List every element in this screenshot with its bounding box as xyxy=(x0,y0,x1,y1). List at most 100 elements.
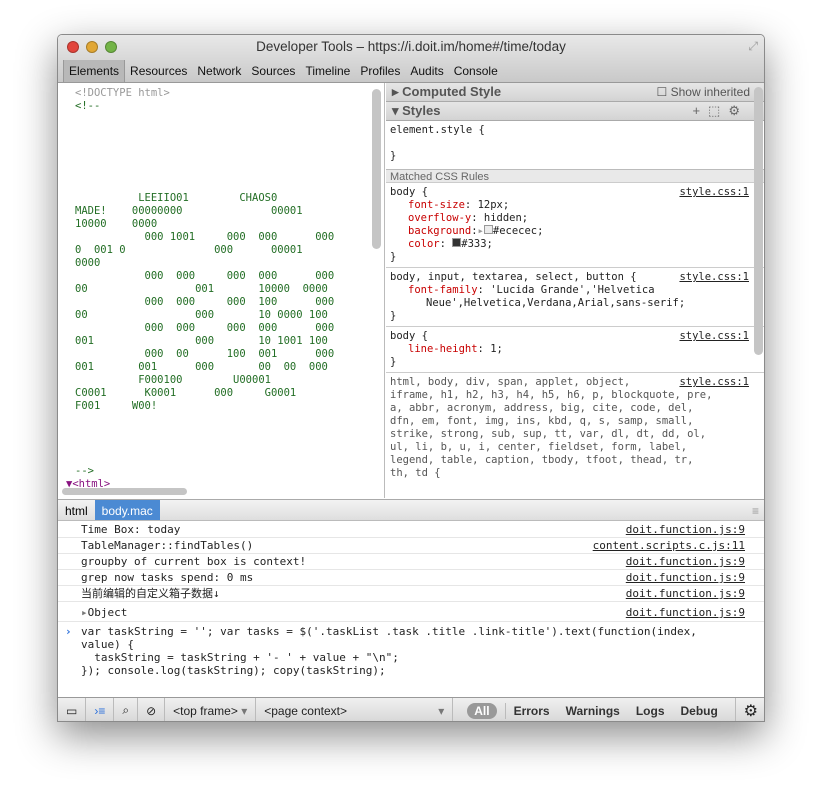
filter-debug[interactable]: Debug xyxy=(673,704,726,718)
message-source-link[interactable]: content.scripts.c.js:11 xyxy=(593,539,745,553)
message-text: Object xyxy=(87,606,128,619)
color-swatch[interactable] xyxy=(483,225,493,234)
show-inherited-checkbox[interactable]: ☐ Show inherited xyxy=(657,85,750,99)
message-source-link[interactable]: doit.function.js:9 xyxy=(626,555,745,569)
filter-errors[interactable]: Errors xyxy=(506,704,558,718)
search-icon[interactable]: ⌕ xyxy=(114,697,139,721)
prop-value[interactable]: #ececec; xyxy=(493,225,544,237)
dock-toggle-icon[interactable]: ▭ xyxy=(58,697,87,721)
console-message: TableManager::findTables() content.script… xyxy=(58,538,764,554)
prop-value[interactable]: #333; xyxy=(461,238,493,250)
tab-sources[interactable]: Sources xyxy=(246,60,300,82)
frame-select[interactable]: <top frame> ▾ xyxy=(165,697,257,721)
frame-select-value: <top frame> xyxy=(173,703,238,718)
prop-value[interactable]: 12px; xyxy=(478,199,510,211)
color-swatch[interactable] xyxy=(452,238,462,247)
chevron-down-icon: ▾ xyxy=(438,703,445,718)
show-console-icon[interactable]: ›≡ xyxy=(86,697,115,721)
doctype-node[interactable]: <!DOCTYPE html> xyxy=(75,87,170,99)
css-rule[interactable]: body, input, textarea, select, button { … xyxy=(386,268,764,327)
clear-console-icon[interactable]: ⊘ xyxy=(138,697,166,721)
console-message: Time Box: today doit.function.js:9 xyxy=(58,522,764,538)
context-select-value: <page context> xyxy=(264,703,347,718)
console-drawer: Time Box: today doit.function.js:9 TableM… xyxy=(58,522,764,697)
gear-icon[interactable]: ⚙ xyxy=(728,103,748,118)
tab-console[interactable]: Console xyxy=(449,60,503,82)
prop-value[interactable]: 1; xyxy=(490,343,503,355)
breadcrumb: html body.mac ≡ xyxy=(58,499,764,521)
styles-vertical-scrollbar[interactable] xyxy=(754,87,763,355)
message-source-link[interactable]: doit.function.js:9 xyxy=(626,571,745,585)
rule-source-link[interactable]: style.css:1 xyxy=(679,186,749,199)
message-text: 当前编辑的自定义箱子数据↓ xyxy=(81,587,220,600)
filter-warnings[interactable]: Warnings xyxy=(558,704,628,718)
chevron-down-icon: ▾ xyxy=(241,703,248,718)
prop-value[interactable]: 'Lucida Grande','Helvetica xyxy=(490,284,654,296)
rule-source-link[interactable]: style.css:1 xyxy=(679,330,749,343)
message-text: grep now tasks spend: 0 ms xyxy=(81,571,254,584)
message-text: groupby of current box is context! xyxy=(81,555,307,568)
prop-name[interactable]: font-family xyxy=(408,284,478,296)
element-style-selector: element.style { xyxy=(390,124,485,136)
filter-all-label: All xyxy=(467,702,497,719)
tab-network[interactable]: Network xyxy=(192,60,246,82)
message-source-link[interactable]: doit.function.js:9 xyxy=(626,606,745,620)
styles-header[interactable]: ▾ Styles +⬚⚙ xyxy=(386,102,764,121)
element-state-icon[interactable]: ⬚ xyxy=(708,103,728,118)
rule-close: } xyxy=(390,310,397,322)
prop-name[interactable]: font-size xyxy=(408,199,465,211)
prop-value-continued: Neue',Helvetica,Verdana,Arial,sans-serif… xyxy=(426,297,686,309)
console-message: grep now tasks spend: 0 ms doit.function.… xyxy=(58,570,764,586)
dom-vertical-scrollbar[interactable] xyxy=(372,89,381,249)
fullscreen-icon[interactable]: ⤢ xyxy=(748,39,758,54)
breadcrumb-html[interactable]: html xyxy=(58,500,95,520)
rule-source-link[interactable]: style.css:1 xyxy=(679,271,749,284)
prop-value[interactable]: hidden; xyxy=(484,212,528,224)
tab-resources[interactable]: Resources xyxy=(125,60,192,82)
dom-horizontal-scrollbar[interactable] xyxy=(62,488,187,495)
add-rule-icon[interactable]: + xyxy=(692,103,708,118)
console-message: groupby of current box is context! doit.f… xyxy=(58,554,764,570)
rule-close: } xyxy=(390,251,397,263)
tab-elements[interactable]: Elements xyxy=(63,60,126,82)
styles-toolbar: +⬚⚙ xyxy=(692,103,748,119)
rule-close: } xyxy=(390,150,397,162)
comment-open[interactable]: <!-- xyxy=(75,100,100,112)
prop-name[interactable]: background xyxy=(408,225,471,237)
context-select[interactable]: <page context> ▾ xyxy=(256,697,454,721)
prop-name[interactable]: color xyxy=(408,238,440,250)
prop-name[interactable]: overflow-y xyxy=(408,212,471,224)
expand-arrow-icon[interactable]: ▸ xyxy=(81,606,88,619)
rule-close: } xyxy=(390,356,397,368)
tab-audits[interactable]: Audits xyxy=(405,60,448,82)
ascii-art-comment: LEEIIO01 CHAOS0 MADE! 00000000 00001 100… xyxy=(75,192,335,412)
computed-style-header[interactable]: ▸ Computed Style ☐ Show inherited xyxy=(386,83,764,102)
console-prompt[interactable]: › var taskString = ''; var tasks = $('.ta… xyxy=(58,625,764,677)
comment-close[interactable]: --> xyxy=(75,465,94,477)
tab-timeline[interactable]: Timeline xyxy=(300,60,355,82)
breadcrumb-body[interactable]: body.mac xyxy=(94,500,160,520)
filter-logs[interactable]: Logs xyxy=(628,704,673,718)
tab-profiles[interactable]: Profiles xyxy=(355,60,405,82)
drawer-menu-icon[interactable]: ≡ xyxy=(745,500,764,520)
console-message-object[interactable]: ▸Object doit.function.js:9 xyxy=(58,602,764,622)
title-bar: Developer Tools – https://i.doit.im/home… xyxy=(58,35,764,83)
css-rule[interactable]: body { style.css:1 font-size: 12px; over… xyxy=(386,183,764,268)
console-message: 当前编辑的自定义箱子数据↓ doit.function.js:9 xyxy=(58,586,764,602)
rule-source-link[interactable]: style.css:1 xyxy=(679,376,749,389)
element-style-rule[interactable]: element.style { } xyxy=(386,121,764,169)
rule-selector-continued: iframe, h1, h2, h3, h4, h5, h6, p, block… xyxy=(390,389,713,479)
status-bar: ▭ ›≡ ⌕ ⊘ <top frame> ▾ <page context> ▾ A… xyxy=(58,697,764,721)
message-source-link[interactable]: doit.function.js:9 xyxy=(626,523,745,537)
css-rule[interactable]: html, body, div, span, applet, object, s… xyxy=(386,373,764,483)
computed-style-label: Computed Style xyxy=(402,84,502,99)
message-text: Time Box: today xyxy=(81,523,181,536)
panel-tabs: Elements Resources Network Sources Timel… xyxy=(63,60,503,82)
filter-all[interactable]: All xyxy=(453,702,506,719)
css-rule[interactable]: body { style.css:1 line-height: 1; } xyxy=(386,327,764,373)
message-text: TableManager::findTables() xyxy=(81,539,254,552)
settings-gear-icon[interactable]: ⚙ xyxy=(734,697,764,721)
prop-name[interactable]: line-height xyxy=(408,343,478,355)
message-source-link[interactable]: doit.function.js:9 xyxy=(626,587,745,601)
console-input-text[interactable]: var taskString = ''; var tasks = $('.tas… xyxy=(81,625,697,677)
